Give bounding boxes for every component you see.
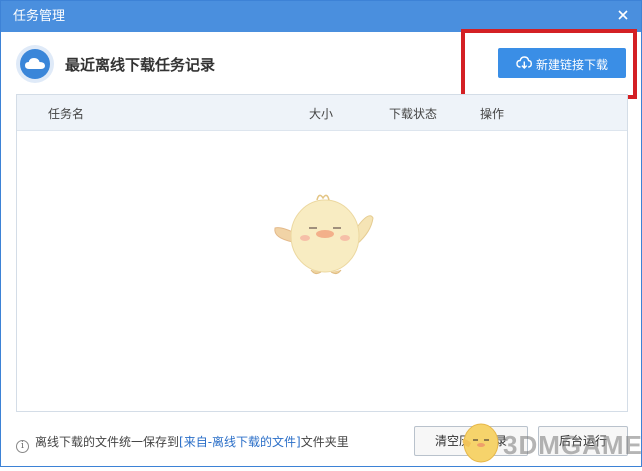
cloud-download-icon [516,55,533,73]
info-text-prefix: 离线下载的文件统一保存到 [35,435,180,449]
column-header-actions[interactable]: 操作 [480,105,504,122]
column-header-size[interactable]: 大小 [309,105,333,122]
new-link-download-label: 新建链接下载 [536,58,609,72]
task-table: 任务名 大小 下载状态 操作 [16,94,628,412]
window-title: 任务管理 [13,9,66,24]
title-bar[interactable]: 任务管理 [1,1,641,32]
page-title: 最近离线下载任务记录 [65,56,216,74]
new-link-download-button[interactable]: 新建链接下载 [498,48,626,78]
footer-info: i 离线下载的文件统一保存到[来自-离线下载的文件]文件夹里 [16,433,349,453]
info-icon: i [16,440,29,453]
header: 最近离线下载任务记录 新建链接下载 [1,32,641,94]
watermark: 3DMGAME [459,413,642,471]
empty-state-mascot [271,190,375,286]
task-manager-window: 任务管理 最近离线下载任务记录 新建链接下载 任务名 大小 下载状态 操作 i … [0,0,642,467]
table-header: 任务名 大小 下载状态 操作 [17,95,627,131]
info-text-suffix: 文件夹里 [300,435,349,449]
offline-folder-link[interactable]: [来自-离线下载的文件] [179,435,301,449]
watermark-text: 3DMGAME [503,430,642,460]
column-header-download-status[interactable]: 下载状态 [389,105,437,122]
column-header-task-name[interactable]: 任务名 [48,105,84,122]
watermark-mascot-icon [462,423,499,463]
close-icon[interactable] [615,7,631,23]
cloud-icon [16,45,54,83]
